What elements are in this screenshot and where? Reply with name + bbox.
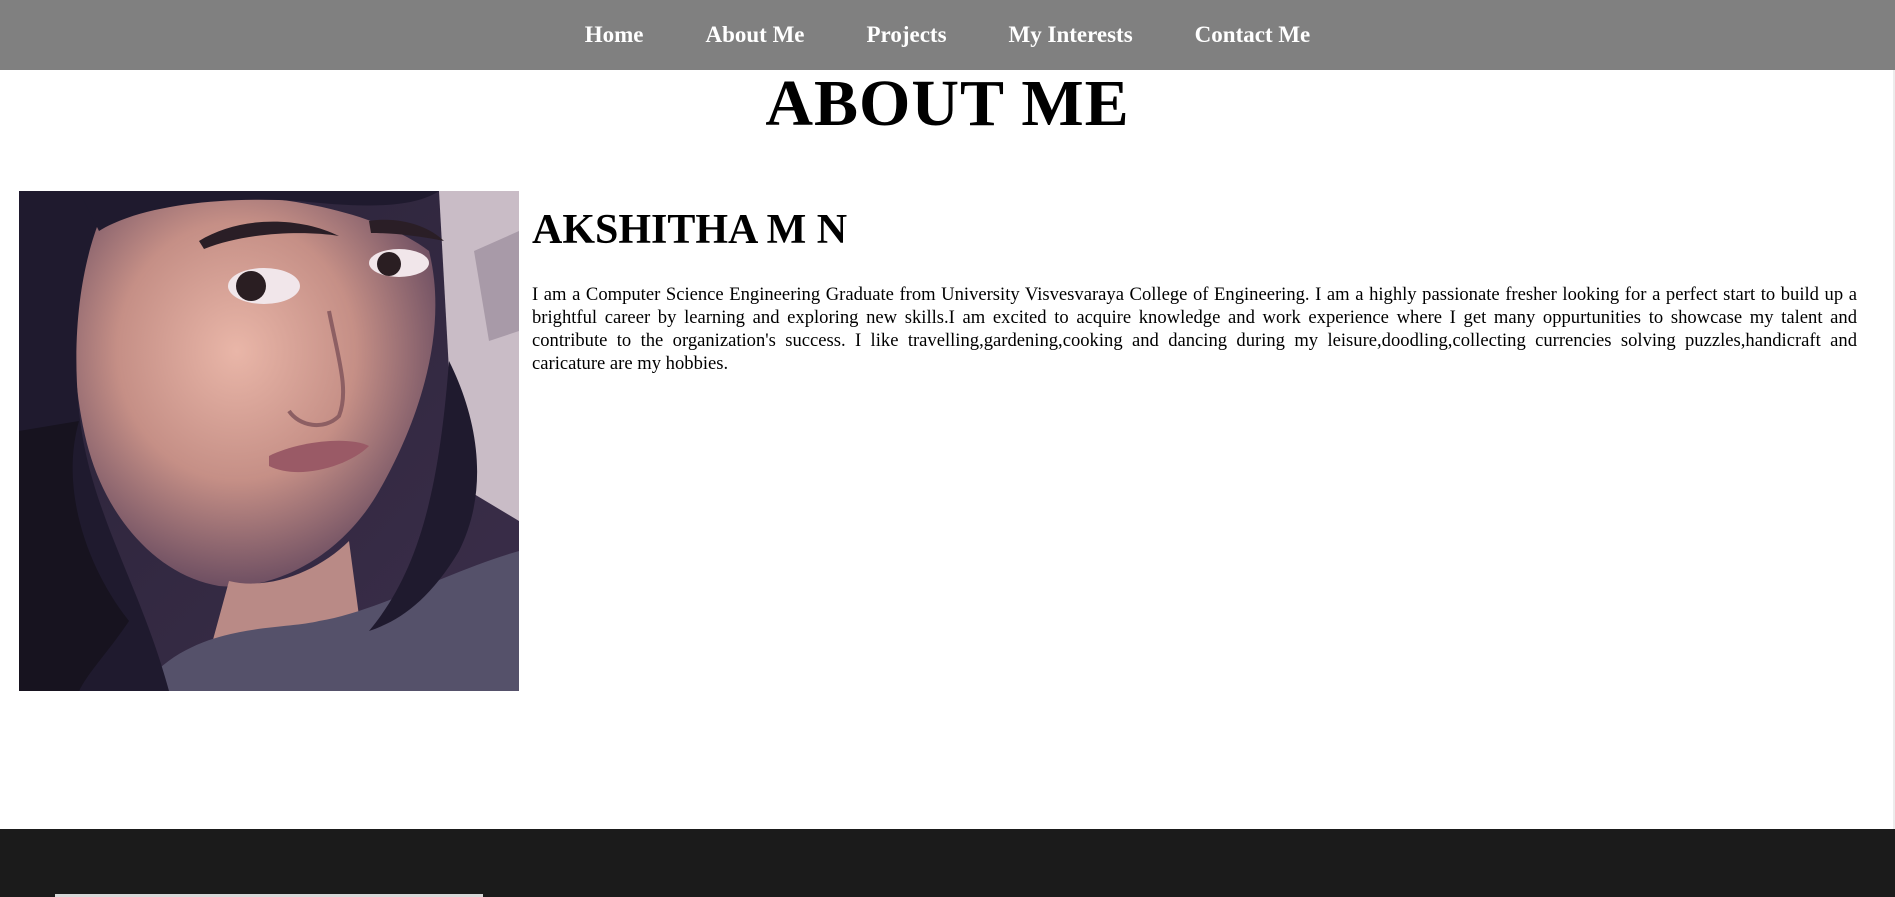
nav-my-interests-link[interactable]: My Interests <box>978 22 1164 48</box>
footer <box>0 829 1895 897</box>
bio-paragraph: I am a Computer Science Engineering Grad… <box>532 284 1857 375</box>
nav-projects-link[interactable]: Projects <box>836 22 978 48</box>
nav-about-me-link[interactable]: About Me <box>674 22 835 48</box>
page-title: ABOUT ME <box>765 67 1130 140</box>
profile-photo <box>19 191 519 691</box>
top-navbar: Home About Me Projects My Interests Cont… <box>0 0 1895 70</box>
person-name: AKSHITHA M N <box>532 207 848 253</box>
nav-contact-me-link[interactable]: Contact Me <box>1164 22 1342 48</box>
profile-info: AKSHITHA M N I am a Computer Science Eng… <box>532 200 1857 375</box>
nav-home-link[interactable]: Home <box>554 22 675 48</box>
